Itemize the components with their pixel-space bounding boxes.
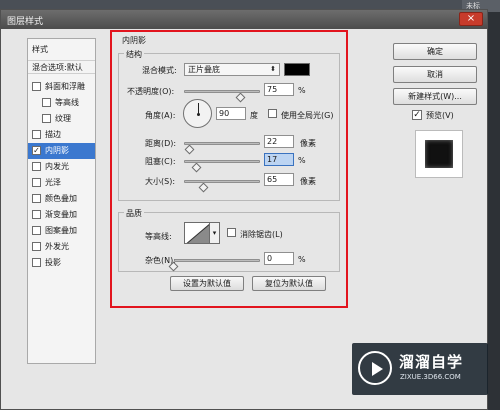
reset-default-button[interactable]: 复位为默认值	[252, 276, 326, 291]
anti-alias-checkbox[interactable]	[227, 228, 236, 237]
inner-shadow-settings-panel: 内阴影 结构 混合模式: 正片叠底 ⬍ 不透明度(O): 75 % 角度(A):…	[110, 30, 348, 308]
style-preview-thumbnail	[415, 130, 463, 178]
dropdown-arrow-icon: ⬍	[270, 65, 276, 73]
style-item-checkbox[interactable]	[32, 194, 41, 203]
watermark-logo-icon	[358, 351, 392, 385]
contour-curve-icon	[186, 224, 209, 243]
size-unit: 像素	[300, 177, 316, 186]
choke-input[interactable]: 17	[264, 153, 294, 166]
style-item-checkbox[interactable]	[32, 258, 41, 267]
set-default-button[interactable]: 设置为默认值	[170, 276, 244, 291]
noise-slider-track[interactable]	[174, 259, 260, 262]
style-item-checkbox[interactable]	[32, 162, 41, 171]
style-item-label: 内阴影	[45, 146, 69, 155]
blend-mode-dropdown[interactable]: 正片叠底 ⬍	[184, 63, 280, 76]
style-item[interactable]: 等高线	[28, 95, 95, 111]
cancel-button[interactable]: 取消	[393, 66, 477, 83]
style-item-label: 图案叠加	[45, 226, 77, 235]
style-item-label: 渐变叠加	[45, 210, 77, 219]
style-item-label: 描边	[45, 130, 61, 139]
global-light-label: 使用全局光(G)	[281, 111, 334, 120]
distance-slider-track[interactable]	[184, 142, 260, 145]
contour-picker[interactable]	[184, 222, 210, 244]
style-item-checkbox[interactable]	[32, 178, 41, 187]
size-slider-track[interactable]	[184, 180, 260, 183]
style-item-label: 内发光	[45, 162, 69, 171]
opacity-unit: %	[298, 86, 306, 95]
global-light-checkbox[interactable]	[268, 109, 277, 118]
shadow-color-swatch[interactable]	[284, 63, 310, 76]
distance-unit: 像素	[300, 139, 316, 148]
angle-label: 角度(A):	[145, 111, 176, 120]
noise-unit: %	[298, 255, 306, 264]
checkmark-icon: ✓	[413, 110, 421, 120]
style-item-checkbox[interactable]	[32, 242, 41, 251]
choke-unit: %	[298, 156, 306, 165]
angle-input[interactable]: 90	[216, 107, 246, 120]
style-item-label: 颜色叠加	[45, 194, 77, 203]
style-item[interactable]: 图案叠加	[28, 223, 95, 239]
style-item-checkbox[interactable]	[42, 98, 51, 107]
style-item-checkbox[interactable]	[32, 226, 41, 235]
size-input[interactable]: 65	[264, 173, 294, 186]
style-item-label: 投影	[45, 258, 61, 267]
preview-label: 预览(V)	[426, 111, 454, 120]
anti-alias-label: 消除锯齿(L)	[240, 230, 283, 239]
quality-title: 品质	[124, 208, 144, 219]
angle-dial[interactable]	[183, 99, 212, 128]
styles-list-panel: 样式 混合选项:默认 斜面和浮雕等高线纹理描边 ✓ 内阴影内发光光泽颜色叠加渐变叠加…	[27, 38, 96, 364]
close-button[interactable]: ×	[459, 12, 483, 26]
style-item[interactable]: 斜面和浮雕	[28, 79, 95, 95]
new-style-button[interactable]: 新建样式(W)...	[393, 88, 477, 105]
choke-label: 阻塞(C):	[145, 157, 176, 166]
size-label: 大小(S):	[145, 177, 176, 186]
style-item[interactable]: 光泽	[28, 175, 95, 191]
style-item-checkbox[interactable]	[32, 130, 41, 139]
preview-checkbox[interactable]: ✓	[412, 110, 422, 120]
watermark-url: ZIXUE.3D66.COM	[400, 373, 461, 381]
style-item[interactable]: 内发光	[28, 159, 95, 175]
style-item[interactable]: 外发光	[28, 239, 95, 255]
distance-label: 距离(D):	[145, 139, 177, 148]
angle-dial-center	[197, 113, 200, 116]
preview-swatch	[425, 140, 453, 168]
contour-dropdown-arrow-icon[interactable]: ▾	[210, 222, 220, 244]
style-item[interactable]: 投影	[28, 255, 95, 271]
style-item-label: 外发光	[45, 242, 69, 251]
style-item-checkbox[interactable]	[32, 210, 41, 219]
ok-button[interactable]: 确定	[393, 43, 477, 60]
style-item-label: 光泽	[45, 178, 61, 187]
opacity-slider-track[interactable]	[184, 90, 260, 93]
play-icon	[372, 362, 383, 376]
blend-mode-label: 混合模式:	[142, 66, 177, 75]
contour-label: 等高线:	[145, 232, 172, 241]
style-item[interactable]: 纹理	[28, 111, 95, 127]
inner-shadow-title: 内阴影	[122, 36, 146, 45]
structure-title: 结构	[124, 49, 144, 60]
style-item-label: 纹理	[55, 114, 71, 123]
style-item-label: 斜面和浮雕	[45, 82, 85, 91]
style-item-label: 等高线	[55, 98, 79, 107]
blend-mode-value: 正片叠底	[188, 65, 220, 74]
opacity-input[interactable]: 75	[264, 83, 294, 96]
watermark-title: 溜溜自学	[399, 353, 464, 371]
style-item[interactable]: 描边	[28, 127, 95, 143]
style-item-checkbox[interactable]: ✓	[32, 146, 41, 155]
style-item[interactable]: ✓ 内阴影	[28, 143, 95, 159]
watermark: 溜溜自学 ZIXUE.3D66.COM	[352, 343, 488, 395]
dialog-titlebar[interactable]: 图层样式 ×	[1, 10, 487, 29]
opacity-label: 不透明度(O):	[127, 87, 175, 96]
dialog-title: 图层样式	[7, 17, 44, 27]
distance-input[interactable]: 22	[264, 135, 294, 148]
style-item-checkbox[interactable]	[42, 114, 51, 123]
style-item[interactable]: 颜色叠加	[28, 191, 95, 207]
style-item[interactable]: 渐变叠加	[28, 207, 95, 223]
style-item-checkbox[interactable]	[32, 82, 41, 91]
noise-input[interactable]: 0	[264, 252, 294, 265]
styles-header[interactable]: 样式	[28, 43, 95, 57]
blending-options-item[interactable]: 混合选项:默认	[28, 60, 95, 74]
style-effects-list: 斜面和浮雕等高线纹理描边 ✓ 内阴影内发光光泽颜色叠加渐变叠加图案叠加外发光投影	[28, 79, 95, 271]
angle-unit: 度	[250, 111, 258, 120]
background-app-panel	[488, 0, 500, 410]
